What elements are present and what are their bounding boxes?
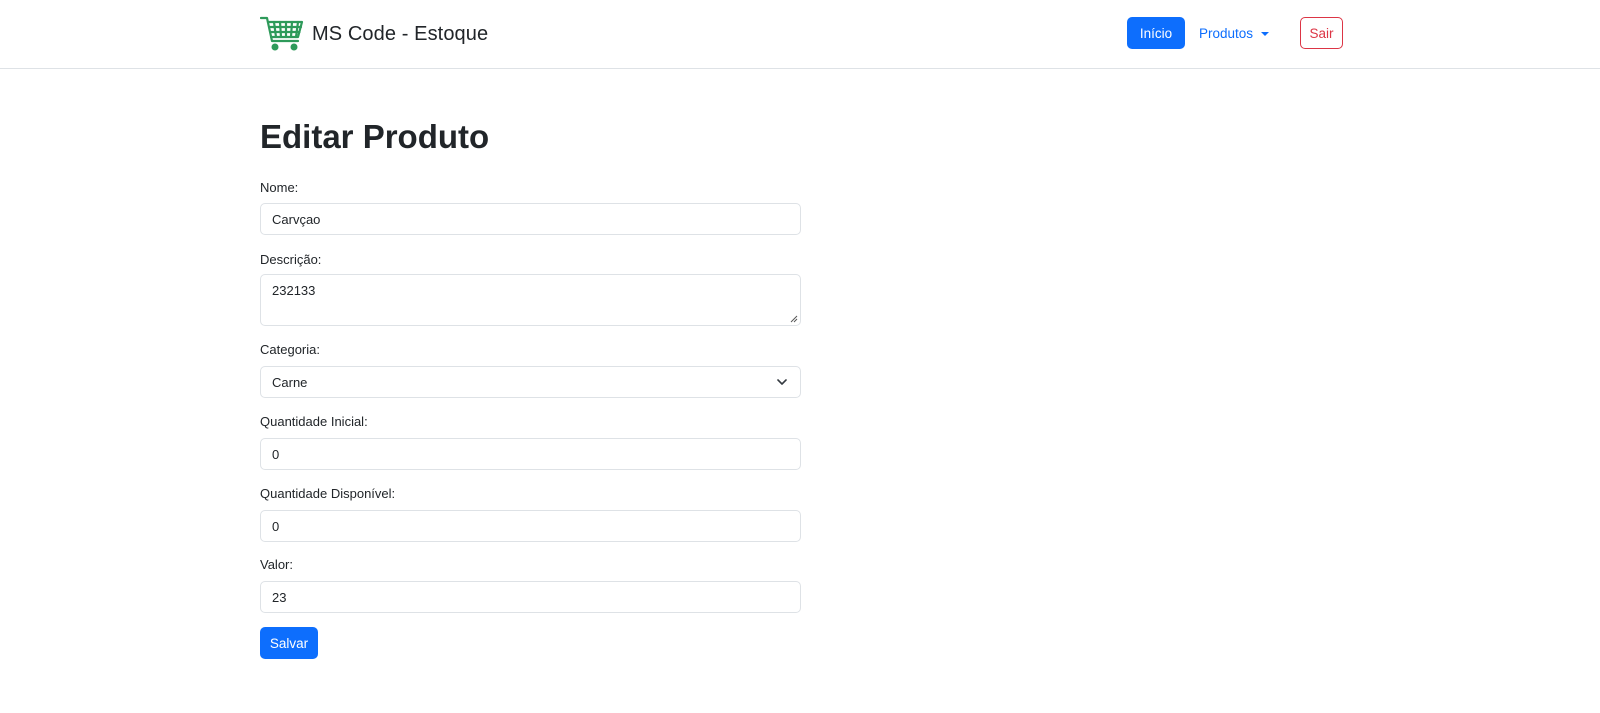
page-title: Editar Produto — [260, 118, 490, 155]
descricao-value: 232133 — [272, 283, 316, 298]
valor-label: Valor: — [260, 557, 293, 572]
salvar-button[interactable]: Salvar — [260, 627, 318, 659]
resize-grip-icon[interactable] — [790, 315, 798, 323]
chevron-down-icon — [777, 379, 787, 385]
brand-text: MS Code - Estoque — [312, 22, 489, 45]
quantidade-disponivel-label: Quantidade Disponível: — [260, 486, 396, 501]
categoria-label: Categoria: — [260, 342, 320, 357]
shopping-cart-icon — [260, 16, 304, 51]
categoria-select[interactable]: Carne — [260, 366, 801, 398]
quantidade-inicial-label: Quantidade Inicial: — [260, 414, 368, 429]
nome-value: Carvçao — [272, 211, 321, 227]
sair-button[interactable]: Sair — [1300, 17, 1343, 49]
quantidade-disponivel-input[interactable]: 0 — [260, 510, 801, 542]
descricao-textarea[interactable]: 232133 — [260, 274, 801, 326]
nome-label: Nome: — [260, 180, 299, 195]
categoria-value: Carne — [272, 374, 308, 390]
quantidade-inicial-value: 0 — [272, 446, 280, 462]
quantidade-inicial-input[interactable]: 0 — [260, 438, 801, 470]
produtos-label: Produtos — [1199, 25, 1254, 41]
top-navbar: MS Code - Estoque Início Produtos Sair — [0, 0, 1600, 69]
inicio-button[interactable]: Início — [1127, 17, 1185, 49]
valor-input[interactable]: 23 — [260, 581, 801, 613]
quantidade-disponivel-value: 0 — [272, 518, 280, 534]
caret-down-icon — [1261, 32, 1270, 36]
brand-link[interactable]: MS Code - Estoque — [260, 14, 488, 54]
descricao-label: Descrição: — [260, 252, 322, 267]
produtos-dropdown-toggle[interactable]: Produtos — [1199, 17, 1270, 49]
nome-input[interactable]: Carvçao — [260, 203, 801, 235]
valor-value: 23 — [272, 589, 287, 605]
